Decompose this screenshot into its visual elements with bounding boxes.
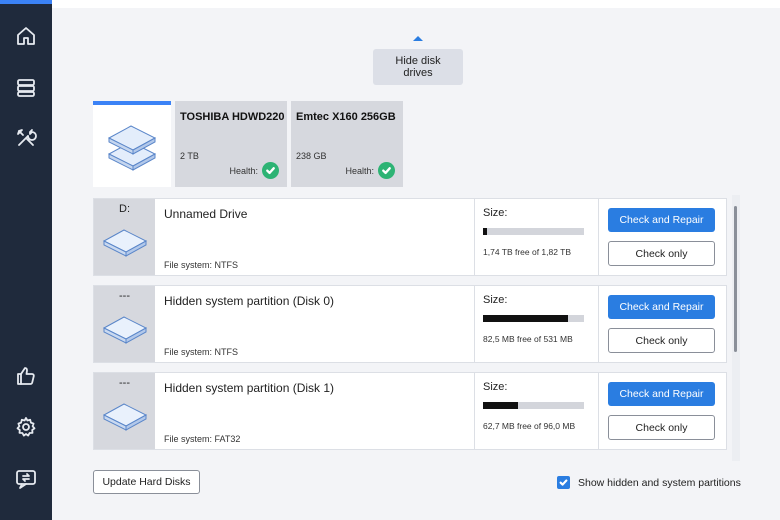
collapse-arrow-icon[interactable] [413,36,423,41]
size-label: Size: [483,294,508,306]
usage-bar-fill [483,315,568,322]
hide-drives-toggle: Hide disk drives [373,36,463,85]
stacked-drives-icon [107,125,157,171]
sidebar-item-tools[interactable] [0,116,52,160]
update-hard-disks-button[interactable]: Update Hard Disks [93,470,200,494]
usage-bar-fill [483,402,519,409]
partition-size-col: Size: 1,74 TB free of 1,82 TB [474,199,598,275]
drive-letter: --- [119,377,130,389]
disk-health: Health: [345,162,395,179]
partition-row: --- Hidden system partition (Disk 1) Fil… [93,372,727,450]
drive-letter: D: [119,203,130,215]
usage-bar [483,402,584,409]
checkbox-checked-icon[interactable] [557,476,570,489]
usage-bar [483,315,584,322]
partition-icon-col: --- [94,286,155,362]
drive-letter: --- [119,290,130,302]
show-hidden-partitions-checkbox[interactable]: Show hidden and system partitions [557,476,741,489]
partition-name: Unnamed Drive [164,207,248,221]
disk-tile[interactable]: TOSHIBA HDWD220 2 TB Health: [175,101,287,187]
drive-icon [102,316,148,344]
disk-name: Emtec X160 256GB [296,111,396,123]
sidebar-item-home[interactable] [0,14,52,58]
sidebar-item-storage[interactable] [0,66,52,110]
free-space: 62,7 MB free of 96,0 MB [483,421,576,431]
main-panel: Hide disk drives TOSHIBA HDWD220 2 TB He… [52,8,780,520]
check-only-button[interactable]: Check only [608,328,715,353]
health-label: Health: [345,165,374,176]
feedback-icon [16,470,36,489]
check-and-repair-button[interactable]: Check and Repair [608,382,715,406]
disk-name: TOSHIBA HDWD220 [180,111,285,123]
partition-icon-col: --- [94,373,155,449]
partition-filesystem: File system: NTFS [164,347,239,357]
drive-icon [102,403,148,431]
tools-icon [17,129,37,146]
partition-scrollbar-thumb[interactable] [734,206,737,352]
usage-bar-fill [483,228,488,235]
partition-list: D: Unnamed Drive File system: NTFS Size:… [93,195,727,461]
hide-disk-drives-button[interactable]: Hide disk drives [373,49,463,85]
thumbs-up-icon [17,367,35,385]
disk-tiles: TOSHIBA HDWD220 2 TB Health: Emtec X160 … [93,101,403,187]
disk-size: 2 TB [180,151,199,161]
sidebar-item-rate[interactable] [0,354,52,398]
partition-row: --- Hidden system partition (Disk 0) Fil… [93,285,727,363]
partition-name: Hidden system partition (Disk 1) [164,381,335,395]
show-hidden-label: Show hidden and system partitions [578,476,741,489]
size-label: Size: [483,207,508,219]
partition-filesystem: File system: NTFS [164,260,239,270]
partition-filesystem: File system: FAT32 [164,434,241,444]
check-and-repair-button[interactable]: Check and Repair [608,208,715,232]
check-only-button[interactable]: Check only [608,415,715,440]
partition-row: D: Unnamed Drive File system: NTFS Size:… [93,198,727,276]
partition-actions: Check and Repair Check only [598,286,727,362]
partition-name: Hidden system partition (Disk 0) [164,294,335,308]
partition-actions: Check and Repair Check only [598,199,727,275]
disk-tile[interactable]: Emtec X160 256GB 238 GB Health: [291,101,403,187]
drive-icon [102,229,148,257]
sidebar-item-feedback[interactable] [0,457,52,501]
check-only-button[interactable]: Check only [608,241,715,266]
health-ok-icon [262,162,279,179]
free-space: 82,5 MB free of 531 MB [483,334,573,344]
health-label: Health: [229,165,258,176]
top-strip [52,0,780,8]
partition-size-col: Size: 82,5 MB free of 531 MB [474,286,598,362]
disk-tile-all[interactable] [93,101,171,187]
check-and-repair-button[interactable]: Check and Repair [608,295,715,319]
sidebar [0,0,52,520]
sidebar-active-accent [0,0,52,4]
free-space: 1,74 TB free of 1,82 TB [483,247,572,257]
disk-size: 238 GB [296,151,327,161]
partition-icon-col: D: [94,199,155,275]
size-label: Size: [483,381,508,393]
health-ok-icon [378,162,395,179]
usage-bar [483,228,584,235]
partition-actions: Check and Repair Check only [598,373,727,449]
gear-icon [16,417,36,437]
home-icon [17,27,35,45]
partition-size-col: Size: 62,7 MB free of 96,0 MB [474,373,598,449]
disk-health: Health: [229,162,279,179]
sidebar-item-settings[interactable] [0,405,52,449]
storage-icon [17,79,35,97]
